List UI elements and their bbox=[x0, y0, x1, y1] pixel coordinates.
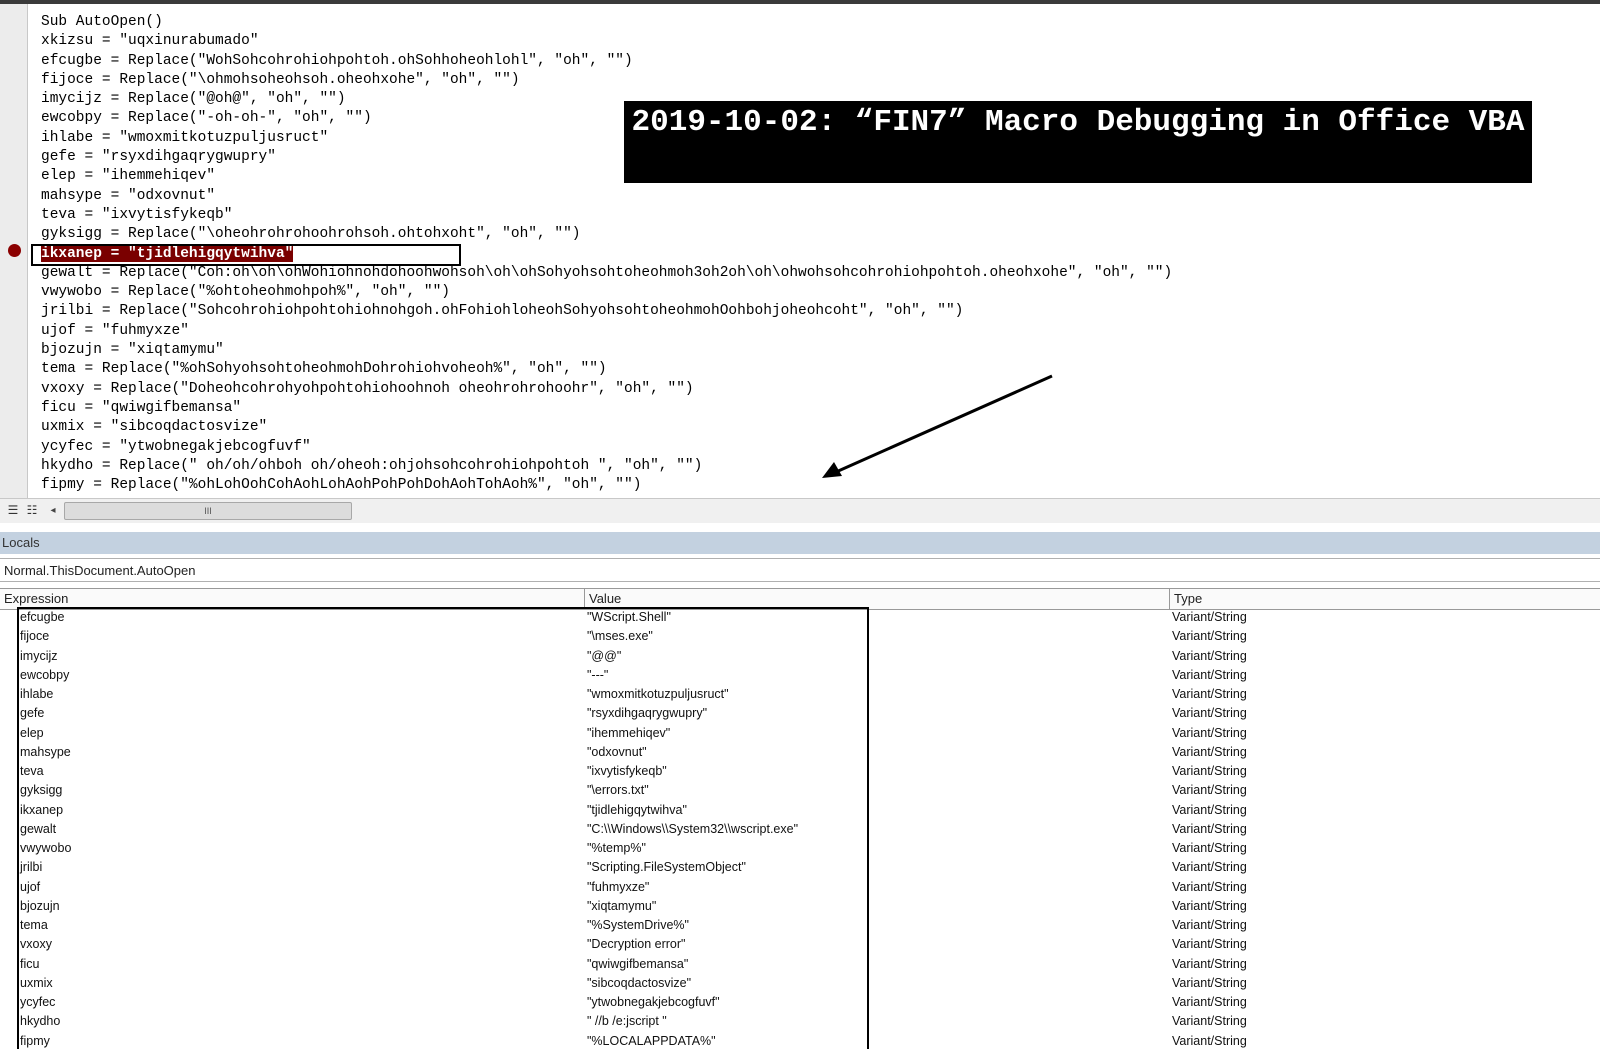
code-line-text: uxmix = "sibcoqdactosvize" bbox=[41, 419, 268, 436]
code-line[interactable]: xkizsu = "uqxinurabumado" bbox=[41, 32, 1172, 51]
code-line-text: bjozujn = "xiqtamymu" bbox=[41, 342, 224, 359]
code-line-text: ficu = "qwiwgifbemansa" bbox=[41, 399, 242, 416]
code-line[interactable]: bjozujn = "xiqtamymu" bbox=[41, 341, 1172, 360]
code-line-text: mahsype = "odxovnut" bbox=[41, 187, 216, 204]
locals-type-cell: Variant/String bbox=[1172, 744, 1247, 759]
column-header-value[interactable]: Value bbox=[585, 589, 1170, 609]
code-line-text: ewcobpy = Replace("-oh-oh-", "oh", "") bbox=[41, 110, 372, 127]
locals-type-cell: Variant/String bbox=[1172, 667, 1247, 682]
code-line-text: imycijz = Replace("@oh@", "oh", "") bbox=[41, 91, 346, 108]
code-window[interactable]: Sub AutoOpen() xkizsu = "uqxinurabumado" e… bbox=[0, 4, 1600, 498]
code-line[interactable]: gewalt = Replace("Coh:oh\oh\ohWohiohnohd… bbox=[41, 264, 1172, 283]
arrow-annotation bbox=[822, 374, 1053, 478]
scroll-left-icon[interactable]: ◂ bbox=[46, 502, 60, 519]
code-line[interactable]: ujof = "fuhmyxze" bbox=[41, 322, 1172, 341]
locals-type-cell: Variant/String bbox=[1172, 879, 1247, 894]
locals-annotation-box bbox=[17, 607, 869, 1049]
locals-type-cell: Variant/String bbox=[1172, 610, 1247, 624]
code-line[interactable]: gyksigg = Replace("\oheohrohrohoohrohsoh… bbox=[41, 225, 1172, 244]
locals-type-cell: Variant/String bbox=[1172, 995, 1247, 1009]
code-line[interactable]: teva = "ixvytisfykeqb" bbox=[41, 206, 1172, 225]
highlight-annotation-box bbox=[31, 244, 461, 266]
code-line[interactable]: efcugbe = Replace("WohSohcohrohiohpohtoh… bbox=[41, 52, 1172, 71]
code-line[interactable]: jrilbi = Replace("Sohcohrohiohpohtohiohn… bbox=[41, 302, 1172, 321]
locals-type-cell: Variant/String bbox=[1172, 1014, 1247, 1029]
locals-type-cell: Variant/String bbox=[1172, 1033, 1247, 1048]
locals-type-cell: Variant/String bbox=[1172, 975, 1247, 990]
code-line-text: fipmy = Replace("%ohLohOohCohAohLohAohPo… bbox=[41, 477, 642, 494]
locals-type-cell: Variant/String bbox=[1172, 764, 1247, 778]
code-line-text: vxoxy = Replace("Doheohcohrohyohpohtohio… bbox=[41, 380, 694, 397]
locals-type-cell: Variant/String bbox=[1172, 648, 1247, 663]
full-module-view-icon[interactable]: ☷ bbox=[23, 502, 41, 519]
code-line-text: elep = "ihemmehiqev" bbox=[41, 168, 216, 185]
code-window-bottom-bar: ☰ ☷ ◂ III bbox=[0, 498, 1600, 523]
code-line-text: xkizsu = "uqxinurabumado" bbox=[41, 33, 259, 50]
code-line-text: jrilbi = Replace("Sohcohrohiohpohtohiohn… bbox=[41, 303, 964, 320]
code-line-text: Sub AutoOpen() bbox=[41, 14, 163, 30]
locals-type-cell: Variant/String bbox=[1172, 860, 1247, 875]
code-line[interactable]: Sub AutoOpen() bbox=[41, 13, 1172, 32]
code-line-text: efcugbe = Replace("WohSohcohrohiohpohtoh… bbox=[41, 52, 633, 69]
procedure-view-icon[interactable]: ☰ bbox=[4, 502, 22, 519]
code-line-text: hkydho = Replace(" oh/oh/ohboh oh/oheoh:… bbox=[41, 457, 703, 474]
code-line[interactable]: vwywobo = Replace("%ohtoheohmohpoh%", "o… bbox=[41, 283, 1172, 302]
code-line-text: gefe = "rsyxdihgaqrygwupry" bbox=[41, 149, 276, 166]
code-line-text: ycyfec = "ytwobnegakjebcogfuvf" bbox=[41, 438, 311, 455]
breakpoint-icon[interactable] bbox=[8, 244, 21, 257]
code-line[interactable]: mahsype = "odxovnut" bbox=[41, 187, 1172, 206]
code-line-text: fijoce = Replace("\ohmohsoheohsoh.oheohx… bbox=[41, 71, 520, 88]
locals-type-cell: Variant/String bbox=[1172, 687, 1247, 701]
code-line-text: vwywobo = Replace("%ohtoheohmohpoh%", "o… bbox=[41, 284, 450, 301]
code-line-text: gewalt = Replace("Coh:oh\oh\ohWohiohnohd… bbox=[41, 264, 1173, 281]
code-line-text: ihlabe = "wmoxmitkotuzpuljusruct" bbox=[41, 129, 329, 146]
locals-type-cell: Variant/String bbox=[1172, 821, 1247, 836]
locals-type-cell: Variant/String bbox=[1172, 629, 1247, 644]
code-line-text: teva = "ixvytisfykeqb" bbox=[41, 206, 233, 223]
locals-type-cell: Variant/String bbox=[1172, 956, 1247, 971]
horizontal-scrollbar-thumb[interactable]: III bbox=[64, 502, 352, 520]
locals-type-cell: Variant/String bbox=[1172, 802, 1247, 817]
code-line-text: ujof = "fuhmyxze" bbox=[41, 322, 189, 339]
locals-type-cell: Variant/String bbox=[1172, 918, 1247, 932]
code-line[interactable]: fijoce = Replace("\ohmohsoheohsoh.oheohx… bbox=[41, 71, 1172, 90]
locals-context[interactable]: Normal.ThisDocument.AutoOpen bbox=[0, 558, 1600, 582]
locals-type-cell: Variant/String bbox=[1172, 898, 1247, 913]
overlay-title: 2019-10-02: “FIN7” Macro Debugging in Of… bbox=[624, 101, 1532, 183]
margin-indicator-bar[interactable] bbox=[0, 4, 28, 498]
locals-type-cell: Variant/String bbox=[1172, 725, 1247, 740]
code-line-text: gyksigg = Replace("\oheohrohrohoohrohsoh… bbox=[41, 226, 581, 243]
column-header-type[interactable]: Type bbox=[1170, 589, 1600, 609]
column-header-expression[interactable]: Expression bbox=[0, 589, 585, 609]
locals-type-cell: Variant/String bbox=[1172, 841, 1247, 855]
locals-type-cell: Variant/String bbox=[1172, 706, 1247, 721]
locals-type-cell: Variant/String bbox=[1172, 937, 1247, 952]
locals-type-cell: Variant/String bbox=[1172, 783, 1247, 798]
locals-title-bar[interactable]: Locals bbox=[0, 532, 1600, 554]
code-line-text: tema = Replace("%ohSohyohsohtoheohmohDoh… bbox=[41, 361, 607, 378]
